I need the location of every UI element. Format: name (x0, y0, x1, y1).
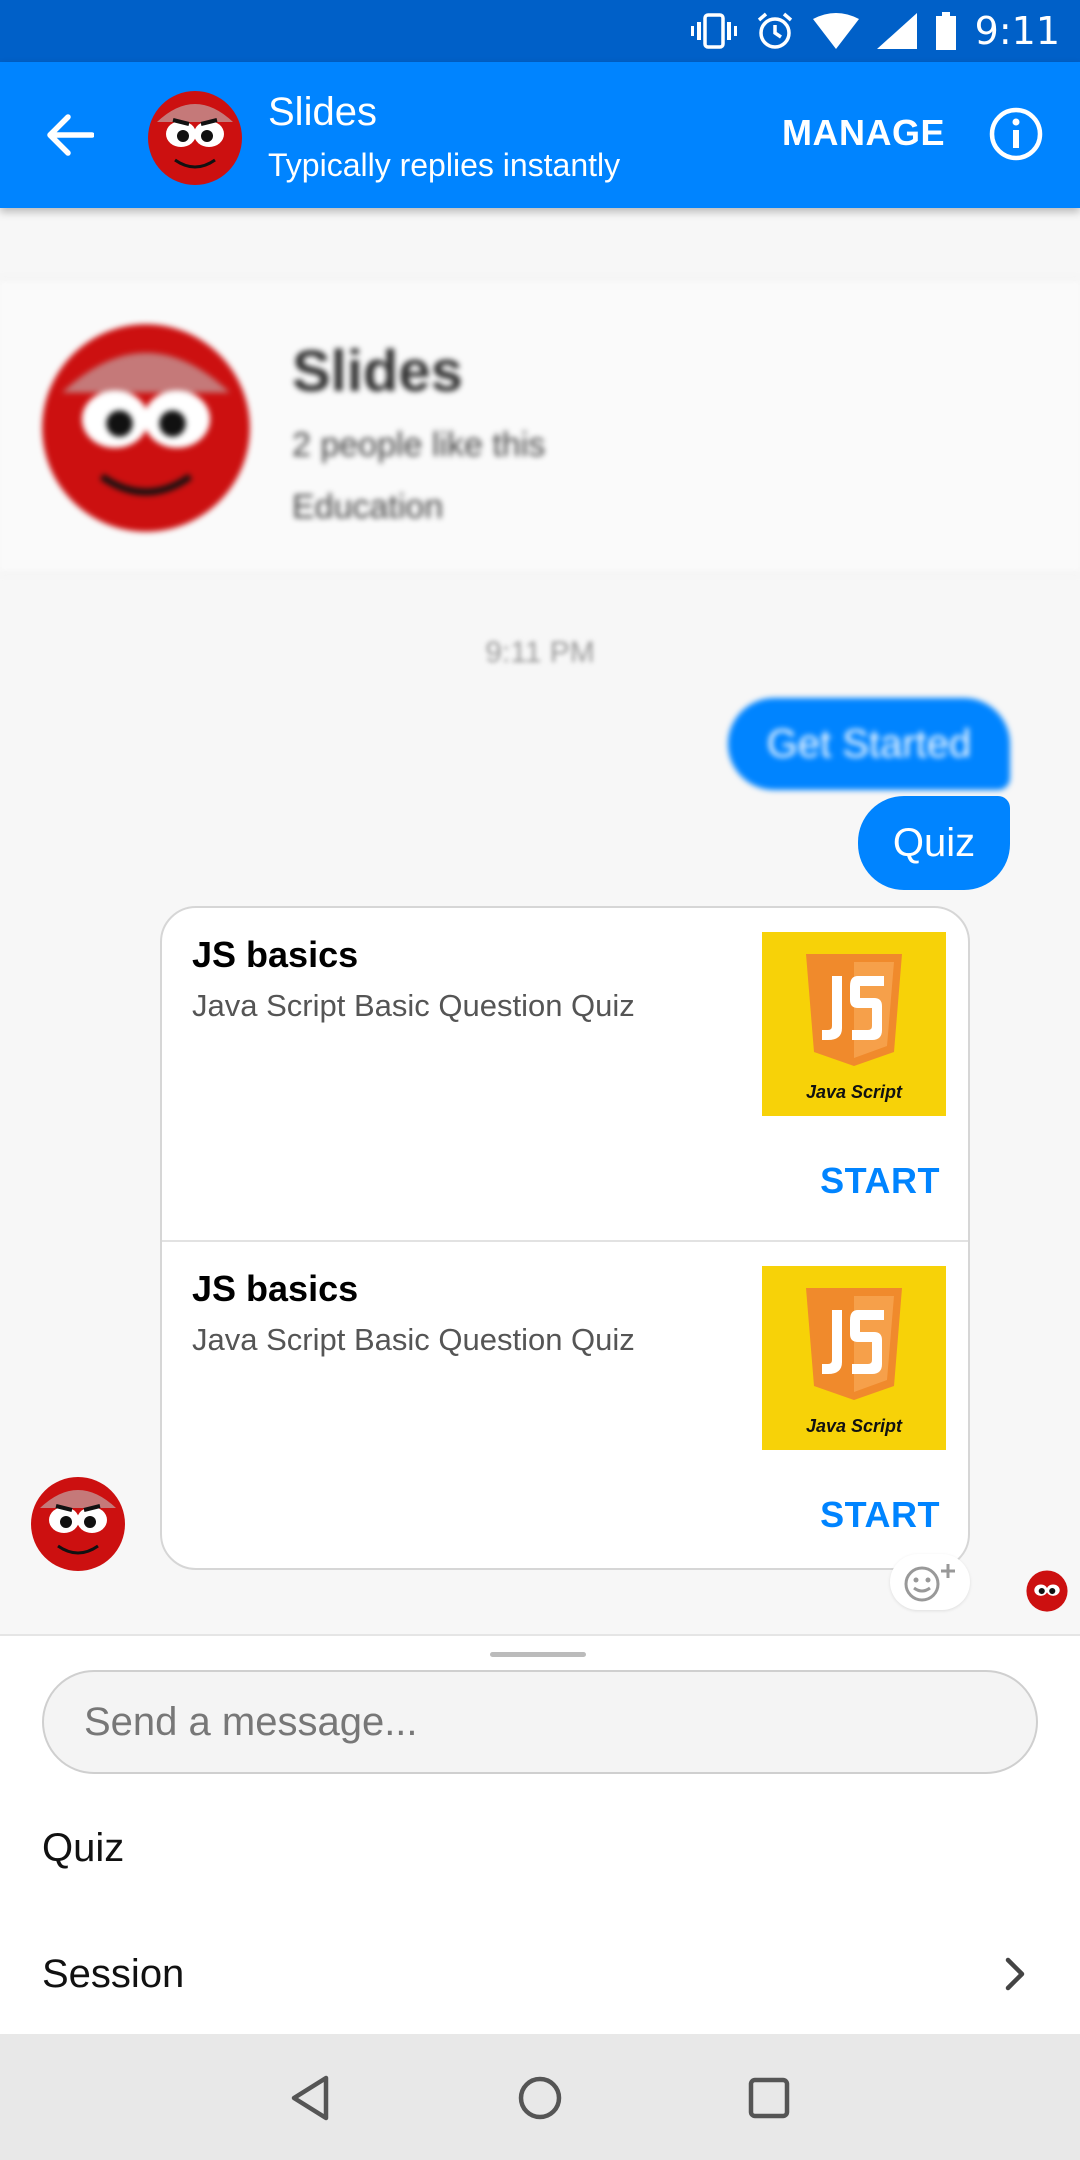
info-icon[interactable] (988, 106, 1044, 162)
message-input[interactable] (42, 1670, 1038, 1774)
profile-name: Slides (292, 339, 463, 404)
js-logo-caption: Java Script (806, 1082, 903, 1102)
composer-sheet: Quiz Session (0, 1634, 1080, 2034)
chat-subtitle: Typically replies instantly (268, 147, 621, 183)
emoji-add-icon (904, 1564, 955, 1602)
nav-home-icon (518, 2076, 562, 2120)
js-logo-image[interactable]: Java Script (762, 1266, 946, 1450)
alarm-icon (757, 12, 792, 49)
chevron-right-icon (1005, 1957, 1025, 1991)
card-title: JS basics (192, 1268, 359, 1309)
back-arrow-icon (47, 114, 94, 156)
quiz-card[interactable]: JS basics Java Script Basic Question Qui… (162, 908, 968, 1240)
bot-avatar[interactable] (147, 90, 243, 186)
nav-back-button[interactable] (278, 2066, 342, 2130)
nav-recents-button[interactable] (737, 2066, 801, 2130)
status-icons: 9:11 (690, 0, 1060, 62)
message-timestamp: 9:11 PM (485, 636, 595, 669)
page-profile-card: Slides 2 people like this Education (0, 278, 1080, 574)
profile-likes: 2 people like this (292, 426, 546, 464)
js-logo-caption: Java Script (806, 1416, 903, 1436)
chat-title: Slides (268, 90, 377, 134)
signal-icon (876, 13, 917, 49)
quick-reply-quiz[interactable]: Quiz (0, 1786, 1080, 1910)
quick-reply-label: Session (42, 1951, 185, 1996)
manage-button[interactable]: MANAGE (782, 112, 945, 154)
wifi-icon (812, 13, 859, 49)
start-button[interactable]: START (820, 1494, 940, 1536)
card-title: JS basics (192, 934, 359, 975)
sent-message-bubble[interactable]: Quiz (858, 796, 1010, 890)
profile-avatar (42, 324, 250, 532)
back-button[interactable] (40, 105, 100, 165)
drag-handle[interactable] (490, 1652, 586, 1657)
status-bar: 9:11 (0, 0, 1080, 62)
quiz-card-list: JS basics Java Script Basic Question Qui… (160, 906, 970, 1570)
nav-home-button[interactable] (508, 2066, 572, 2130)
vibrate-icon (690, 13, 737, 49)
sent-message-bubble[interactable]: Get Started (728, 698, 1010, 790)
card-subtitle: Java Script Basic Question Quiz (192, 988, 635, 1023)
chat-header: Slides Typically replies instantly MANAG… (0, 62, 1080, 208)
card-subtitle: Java Script Basic Question Quiz (192, 1322, 635, 1357)
bot-avatar[interactable] (30, 1476, 126, 1572)
quick-reply-session[interactable]: Session (0, 1912, 1080, 2036)
start-button[interactable]: START (820, 1160, 940, 1202)
add-reaction-button[interactable] (890, 1554, 970, 1610)
js-logo-image[interactable]: Java Script (762, 932, 946, 1116)
nav-recents-icon (748, 2077, 790, 2119)
profile-category: Education (292, 488, 444, 526)
read-receipt-avatar (1026, 1570, 1068, 1612)
battery-icon (935, 12, 956, 50)
system-nav-bar (0, 2034, 1080, 2160)
quiz-card[interactable]: JS basics Java Script Basic Question Qui… (162, 1240, 968, 1568)
nav-back-icon (291, 2075, 329, 2121)
status-time: 9:11 (974, 9, 1060, 53)
